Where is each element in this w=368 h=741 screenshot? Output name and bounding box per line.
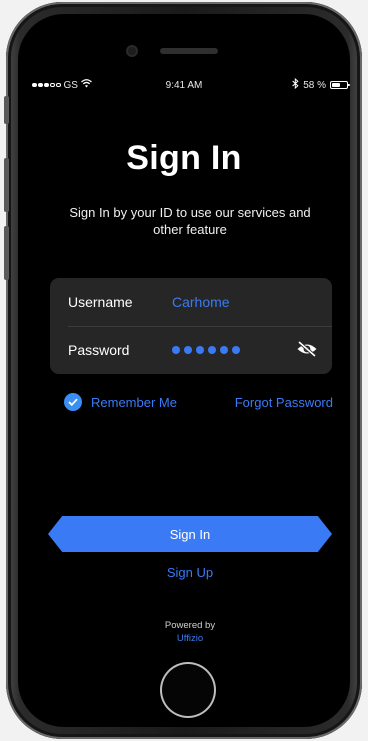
phone-frame: GS 9:41 AM 58 % Sign In Sign In by your … [0, 0, 368, 741]
password-mask-dot [208, 346, 216, 354]
username-field[interactable]: Carhome [172, 294, 230, 310]
username-row[interactable]: Username Carhome [50, 278, 332, 326]
earpiece-speaker [160, 48, 218, 54]
forgot-password-link[interactable]: Forgot Password [235, 395, 333, 410]
bluetooth-icon [292, 77, 299, 92]
battery-icon [330, 81, 350, 89]
password-mask-dot [232, 346, 240, 354]
password-mask-dot [172, 346, 180, 354]
checkmark-icon [64, 393, 82, 411]
password-field[interactable] [172, 346, 240, 354]
powered-by: Powered by Uffizio [0, 619, 368, 645]
brand-name: Uffizio [176, 633, 204, 644]
eye-slash-icon[interactable] [296, 340, 318, 358]
page-subtitle: Sign In by your ID to use our services a… [69, 205, 311, 237]
password-mask-dot [196, 346, 204, 354]
remember-me-label: Remember Me [91, 394, 177, 410]
password-mask-dot [220, 346, 228, 354]
battery-percent: 58 % [303, 79, 326, 91]
volume-down-button [4, 226, 9, 280]
battery-level [332, 83, 340, 87]
front-camera [128, 47, 136, 55]
password-mask-dot [184, 346, 192, 354]
username-label: Username [68, 294, 133, 310]
password-row[interactable]: Password [50, 326, 332, 374]
mute-switch [4, 96, 9, 124]
password-label: Password [68, 342, 130, 358]
home-button[interactable] [162, 664, 214, 716]
page-title: Sign In [126, 139, 242, 177]
sign-up-link[interactable]: Sign Up [0, 565, 368, 580]
powered-by-label: Powered by [164, 620, 216, 631]
sign-in-button[interactable]: Sign In [48, 516, 332, 552]
clock: 9:41 AM [165, 79, 203, 91]
remember-me-checkbox[interactable]: Remember Me [64, 393, 177, 411]
login-form-card: Username Carhome Password [50, 278, 332, 374]
status-bar-right: 58 % [292, 77, 350, 92]
